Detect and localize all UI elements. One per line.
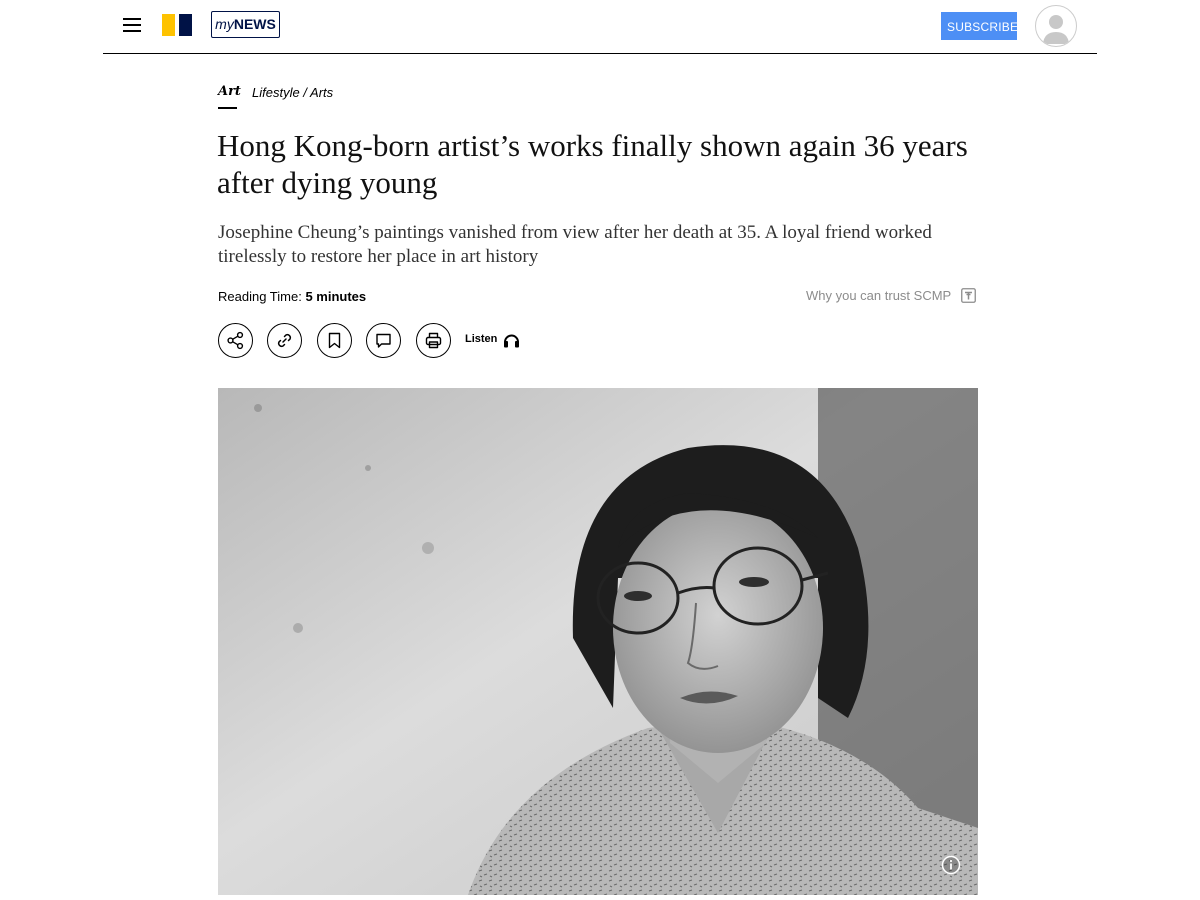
article-headline: Hong Kong-born artist’s works finally sh… — [217, 128, 968, 200]
section-tag-art[interactable]: Art — [218, 84, 241, 99]
mynews-news-label: NEWS — [233, 16, 276, 32]
share-icon[interactable] — [218, 323, 253, 358]
article-subheadline: Josephine Cheung’s paintings vanished fr… — [218, 222, 932, 267]
comment-icon[interactable] — [366, 323, 401, 358]
reading-time: Reading Time: 5 minutes — [218, 289, 366, 304]
hero-image — [218, 388, 978, 895]
print-icon[interactable] — [416, 323, 451, 358]
link-icon[interactable] — [267, 323, 302, 358]
subscribe-button[interactable]: SUBSCRIBE — [941, 12, 1018, 40]
info-icon[interactable] — [941, 855, 961, 875]
section-tag-underline — [218, 107, 237, 109]
scmp-logo[interactable] — [162, 14, 193, 36]
listen-button[interactable]: Listen — [465, 333, 497, 345]
site-header: myNEWS SUBSCRIBE — [103, 0, 1097, 54]
reading-time-value: 5 minutes — [305, 289, 367, 304]
reading-time-label: Reading Time: — [218, 289, 302, 304]
mynews-my-label: my — [215, 16, 234, 32]
mynews-button[interactable]: myNEWS — [211, 11, 280, 38]
breadcrumb[interactable]: Lifestyle / Arts — [252, 85, 333, 100]
hamburger-icon[interactable] — [123, 17, 141, 33]
trust-badge-icon[interactable] — [961, 288, 976, 303]
trust-link[interactable]: Why you can trust SCMP — [806, 288, 951, 303]
user-avatar-icon[interactable] — [1035, 5, 1077, 47]
bookmark-icon[interactable] — [317, 323, 352, 358]
headphones-icon[interactable] — [503, 332, 520, 348]
